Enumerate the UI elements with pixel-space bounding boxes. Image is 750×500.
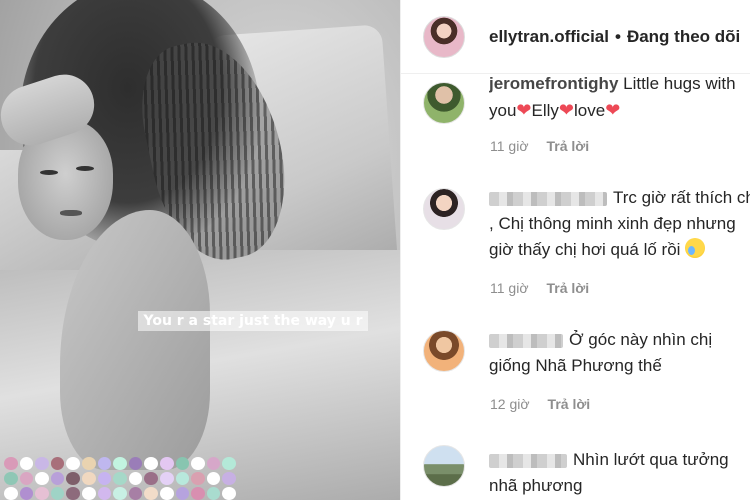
commenter-avatar[interactable] (423, 188, 465, 230)
comment-line: nhã phương (489, 476, 583, 495)
pixelated-mosaic (4, 457, 236, 500)
comment-meta: 11 giờ Trả lời (490, 280, 589, 296)
comment-time: 11 giờ (490, 280, 529, 296)
mosaic-dot (4, 472, 18, 485)
mosaic-dot (144, 487, 158, 500)
reply-button[interactable]: Trả lời (548, 396, 591, 412)
mosaic-dot (222, 472, 236, 485)
mosaic-dot (66, 487, 80, 500)
mosaic-dot (222, 487, 236, 500)
comment-line: Little hugs with (618, 74, 736, 93)
comment-line: Trc giờ rất thích chị (613, 188, 750, 207)
mosaic-dot (97, 487, 112, 500)
mosaic-dot (191, 472, 205, 485)
comment-text: Trc giờ rất thích chị , Chị thông minh x… (489, 185, 750, 263)
sad-sweat-emoji-icon (685, 238, 706, 258)
comment-line: Nhìn lướt qua tưởng (573, 450, 729, 469)
comment-meta: 12 giờ Trả lời (490, 396, 590, 412)
mosaic-dot (35, 487, 49, 500)
mosaic-dot (19, 487, 34, 500)
mosaic-dot (66, 457, 80, 470)
eye (40, 170, 58, 175)
comment-line: Ở góc này nhìn chị (569, 330, 713, 349)
mosaic-dot (160, 472, 174, 485)
mosaic-dot (206, 487, 221, 500)
commenter-avatar[interactable] (423, 330, 465, 372)
comment-line: , Chị thông minh xinh đẹp nhưng (489, 214, 736, 233)
mosaic-dot (144, 457, 158, 470)
mosaic-dot (206, 457, 221, 470)
post-photo[interactable]: You r a star just the way u r (0, 0, 400, 500)
comment-text: jeromefrontighy Little hugs with you❤Ell… (489, 71, 750, 124)
mosaic-dot (82, 457, 96, 470)
blurred-commenter-name[interactable] (489, 453, 567, 468)
mosaic-dot (128, 457, 143, 470)
mosaic-dot (191, 457, 205, 470)
comments-panel: ellytran.official • Đang theo dõi jerome… (400, 0, 750, 500)
mosaic-dot (97, 472, 112, 485)
mosaic-dot (35, 472, 49, 485)
mosaic-dot (175, 472, 190, 485)
comment-line: giờ thấy chị hơi quá lố rồi (489, 240, 681, 259)
comment-text: Nhìn lướt qua tưởng nhã phương (489, 447, 750, 499)
mosaic-dot (19, 472, 34, 485)
mosaic-dot (50, 487, 65, 500)
mosaic-dot (113, 472, 127, 485)
profile-avatar[interactable] (423, 15, 465, 58)
mosaic-dot (4, 457, 18, 470)
mosaic-dot (222, 457, 236, 470)
mosaic-dot (128, 487, 143, 500)
comment-word: love (574, 101, 606, 120)
separator-dot: • (614, 26, 621, 46)
mosaic-dot (82, 472, 96, 485)
mosaic-dot (191, 487, 205, 500)
mosaic-dot (50, 472, 65, 485)
commenter-avatar[interactable] (423, 445, 465, 487)
story-caption-box: You r a star just the way u r (138, 309, 368, 333)
mosaic-dot (113, 457, 127, 470)
comment-time: 11 giờ (490, 138, 529, 154)
reply-button[interactable]: Trả lời (547, 138, 590, 154)
mosaic-dot (128, 472, 143, 485)
heart-icon: ❤ (605, 100, 621, 120)
mosaic-dot (160, 487, 174, 500)
mosaic-dot (160, 457, 174, 470)
mosaic-dot (175, 457, 190, 470)
comment-word: you (489, 101, 517, 120)
lips (60, 210, 82, 216)
mosaic-dot (19, 457, 34, 470)
comment-word: Elly (531, 101, 559, 120)
mosaic-dot (113, 487, 127, 500)
mosaic-dot (144, 472, 158, 485)
mosaic-dot (82, 487, 96, 500)
reply-button[interactable]: Trả lời (547, 280, 590, 296)
commenter-avatar[interactable] (423, 82, 465, 124)
mosaic-dot (97, 457, 112, 470)
mosaic-dot (35, 457, 49, 470)
mosaic-dot (50, 457, 65, 470)
following-button[interactable]: Đang theo dõi (627, 27, 740, 47)
username-link[interactable]: ellytran.official (489, 27, 609, 47)
heart-icon: ❤ (558, 100, 575, 120)
story-caption: You r a star just the way u r (138, 311, 368, 331)
blurred-commenter-name[interactable] (489, 333, 563, 348)
mosaic-dot (175, 487, 190, 500)
comment-meta: 11 giờ Trả lời (490, 138, 589, 154)
commenter-name[interactable]: jeromefrontighy (489, 74, 618, 93)
comment-time: 12 giờ (490, 396, 530, 412)
eye (76, 166, 94, 171)
mosaic-dot (206, 472, 221, 485)
post-header: ellytran.official • Đang theo dõi (401, 0, 750, 74)
comment-text: Ở góc này nhìn chị giống Nhã Phương thế (489, 327, 750, 379)
blurred-commenter-name[interactable] (489, 191, 607, 206)
mosaic-dot (66, 472, 80, 485)
mosaic-dot (4, 487, 18, 500)
comment-line: giống Nhã Phương thế (489, 356, 662, 375)
heart-icon: ❤ (516, 100, 532, 120)
